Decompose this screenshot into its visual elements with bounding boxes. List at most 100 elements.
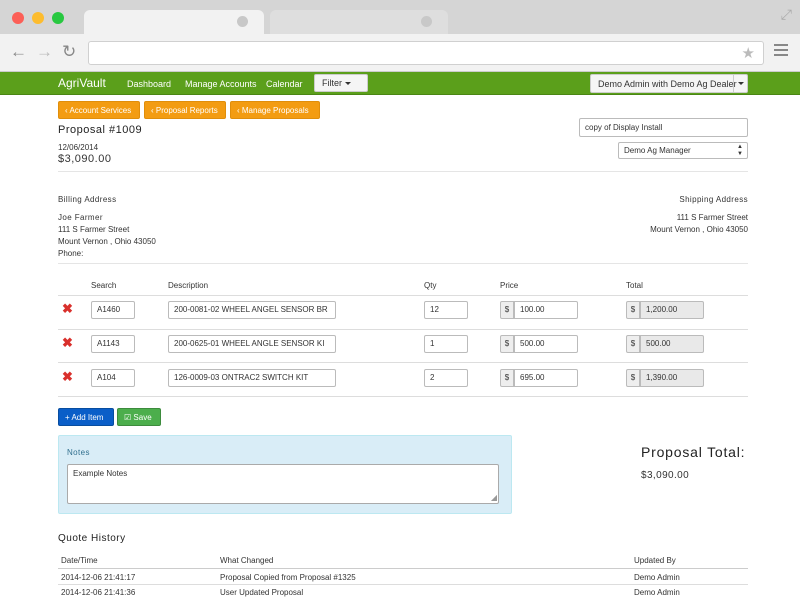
- divider: [58, 295, 748, 296]
- manage-proposals-button[interactable]: ‹ Manage Proposals: [230, 101, 320, 119]
- quote-history-title: Quote History: [58, 533, 126, 544]
- divider: [58, 396, 748, 397]
- notes-value: Example Notes: [73, 469, 128, 478]
- shipping-street: 111 S Farmer Street: [676, 213, 748, 222]
- brand-logo[interactable]: AgriVault: [58, 76, 106, 90]
- shipping-address-heading: Shipping Address: [679, 195, 748, 204]
- history-updated-by: Demo Admin: [634, 573, 680, 582]
- item-total-field: 500.00: [640, 335, 704, 353]
- manager-select[interactable]: Demo Ag Manager ▲ ▼: [618, 142, 748, 159]
- proposal-amount: $3,090.00: [58, 153, 112, 165]
- item-price-input[interactable]: 500.00: [514, 335, 578, 353]
- shipping-city: Mount Vernon , Ohio 43050: [650, 225, 748, 234]
- proposal-total-label: Proposal Total:: [641, 444, 746, 460]
- user-dropdown[interactable]: Demo Admin with Demo Ag Dealer: [590, 74, 748, 93]
- caret-down-icon: [738, 82, 744, 85]
- proposal-date: 12/06/2014: [58, 143, 99, 152]
- col-header-search: Search: [91, 281, 117, 290]
- browser-chrome: ⤢ ← → ↻ ★: [0, 0, 800, 72]
- browser-tab-active[interactable]: [84, 10, 264, 34]
- history-updated-by: Demo Admin: [634, 588, 680, 597]
- close-window-icon[interactable]: [12, 12, 24, 24]
- billing-street: 111 S Farmer Street: [58, 225, 130, 234]
- item-total-field: 1,390.00: [640, 369, 704, 387]
- item-description-input[interactable]: 126-0009-03 ONTRAC2 SWITCH KIT: [168, 369, 336, 387]
- notes-label: Notes: [67, 448, 90, 457]
- divider: [58, 362, 748, 363]
- item-price-input[interactable]: 100.00: [514, 301, 578, 319]
- proposal-total-value: $3,090.00: [641, 470, 690, 481]
- minimize-window-icon[interactable]: [32, 12, 44, 24]
- plus-icon: +: [65, 413, 70, 422]
- billing-city: Mount Vernon , Ohio 43050: [58, 237, 156, 246]
- col-header-description: Description: [168, 281, 209, 290]
- billing-name: Joe Farmer: [58, 213, 103, 222]
- user-label: Demo Admin with Demo Ag Dealer: [598, 79, 737, 89]
- item-total-field: 1,200.00: [640, 301, 704, 319]
- caret-down-icon: [344, 82, 351, 86]
- history-change: User Updated Proposal: [220, 588, 304, 597]
- divider: [58, 568, 748, 569]
- back-arrow-icon[interactable]: ←: [10, 43, 27, 61]
- filter-dropdown[interactable]: Filter: [314, 74, 368, 92]
- add-item-button[interactable]: + Add Item: [58, 408, 114, 426]
- history-col-updated-by: Updated By: [634, 556, 676, 565]
- user-dropdown-toggle[interactable]: [733, 75, 747, 92]
- item-search-input[interactable]: A1460: [91, 301, 135, 319]
- fullscreen-icon[interactable]: ⤢: [781, 6, 792, 23]
- billing-address-heading: Billing Address: [58, 195, 117, 204]
- browser-tab-inactive[interactable]: [270, 10, 448, 34]
- bookmark-star-icon[interactable]: ★: [742, 44, 755, 62]
- delete-item-icon[interactable]: ✖: [62, 302, 73, 315]
- proposal-name-input[interactable]: copy of Display Install: [579, 118, 748, 137]
- notes-textarea[interactable]: Example Notes ◢: [67, 464, 499, 504]
- item-qty-input[interactable]: 1: [424, 335, 468, 353]
- page-title: Proposal #1009: [58, 124, 143, 136]
- item-description-input[interactable]: 200-0081-02 WHEEL ANGEL SENSOR BR: [168, 301, 336, 319]
- divider: [58, 263, 748, 264]
- col-header-qty: Qty: [424, 281, 437, 290]
- nav-dashboard[interactable]: Dashboard: [127, 79, 171, 89]
- currency-addon: $: [500, 335, 514, 353]
- account-services-button[interactable]: ‹ Account Services: [58, 101, 140, 119]
- currency-addon: $: [626, 335, 640, 353]
- tab-close-icon[interactable]: [421, 16, 432, 27]
- item-price-input[interactable]: 695.00: [514, 369, 578, 387]
- history-change: Proposal Copied from Proposal #1325: [220, 573, 356, 582]
- save-button[interactable]: ☑ Save: [117, 408, 161, 426]
- history-col-datetime: Date/Time: [61, 556, 98, 565]
- delete-item-icon[interactable]: ✖: [62, 336, 73, 349]
- notes-panel: Notes Example Notes ◢: [58, 435, 512, 514]
- divider: [58, 171, 748, 172]
- col-header-total: Total: [626, 281, 643, 290]
- currency-addon: $: [500, 301, 514, 319]
- history-datetime: 2014-12-06 21:41:17: [61, 573, 136, 582]
- maximize-window-icon[interactable]: [52, 12, 64, 24]
- currency-addon: $: [626, 369, 640, 387]
- nav-calendar[interactable]: Calendar: [266, 79, 303, 89]
- item-search-input[interactable]: A1143: [91, 335, 135, 353]
- item-search-input[interactable]: A104: [91, 369, 135, 387]
- proposal-reports-button[interactable]: ‹ Proposal Reports: [144, 101, 226, 119]
- tab-bar: ⤢: [0, 0, 800, 34]
- history-datetime: 2014-12-06 21:41:36: [61, 588, 136, 597]
- nav-manage-accounts[interactable]: Manage Accounts: [185, 79, 257, 89]
- item-qty-input[interactable]: 2: [424, 369, 468, 387]
- app-navbar: AgriVault Dashboard Manage Accounts Cale…: [0, 72, 800, 95]
- check-icon: ☑: [124, 413, 132, 422]
- resize-handle-icon[interactable]: ◢: [491, 494, 497, 502]
- address-bar[interactable]: ★: [88, 41, 764, 65]
- currency-addon: $: [626, 301, 640, 319]
- item-qty-input[interactable]: 12: [424, 301, 468, 319]
- browser-toolbar: ← → ↻ ★: [0, 34, 800, 72]
- divider: [58, 584, 748, 585]
- delete-item-icon[interactable]: ✖: [62, 370, 73, 383]
- currency-addon: $: [500, 369, 514, 387]
- tab-close-icon[interactable]: [237, 16, 248, 27]
- forward-arrow-icon[interactable]: →: [36, 43, 53, 61]
- col-header-price: Price: [500, 281, 519, 290]
- browser-menu-icon[interactable]: [774, 44, 788, 56]
- filter-label: Filter: [322, 78, 342, 88]
- reload-icon[interactable]: ↻: [62, 43, 76, 61]
- item-description-input[interactable]: 200-0625-01 WHEEL ANGLE SENSOR KI: [168, 335, 336, 353]
